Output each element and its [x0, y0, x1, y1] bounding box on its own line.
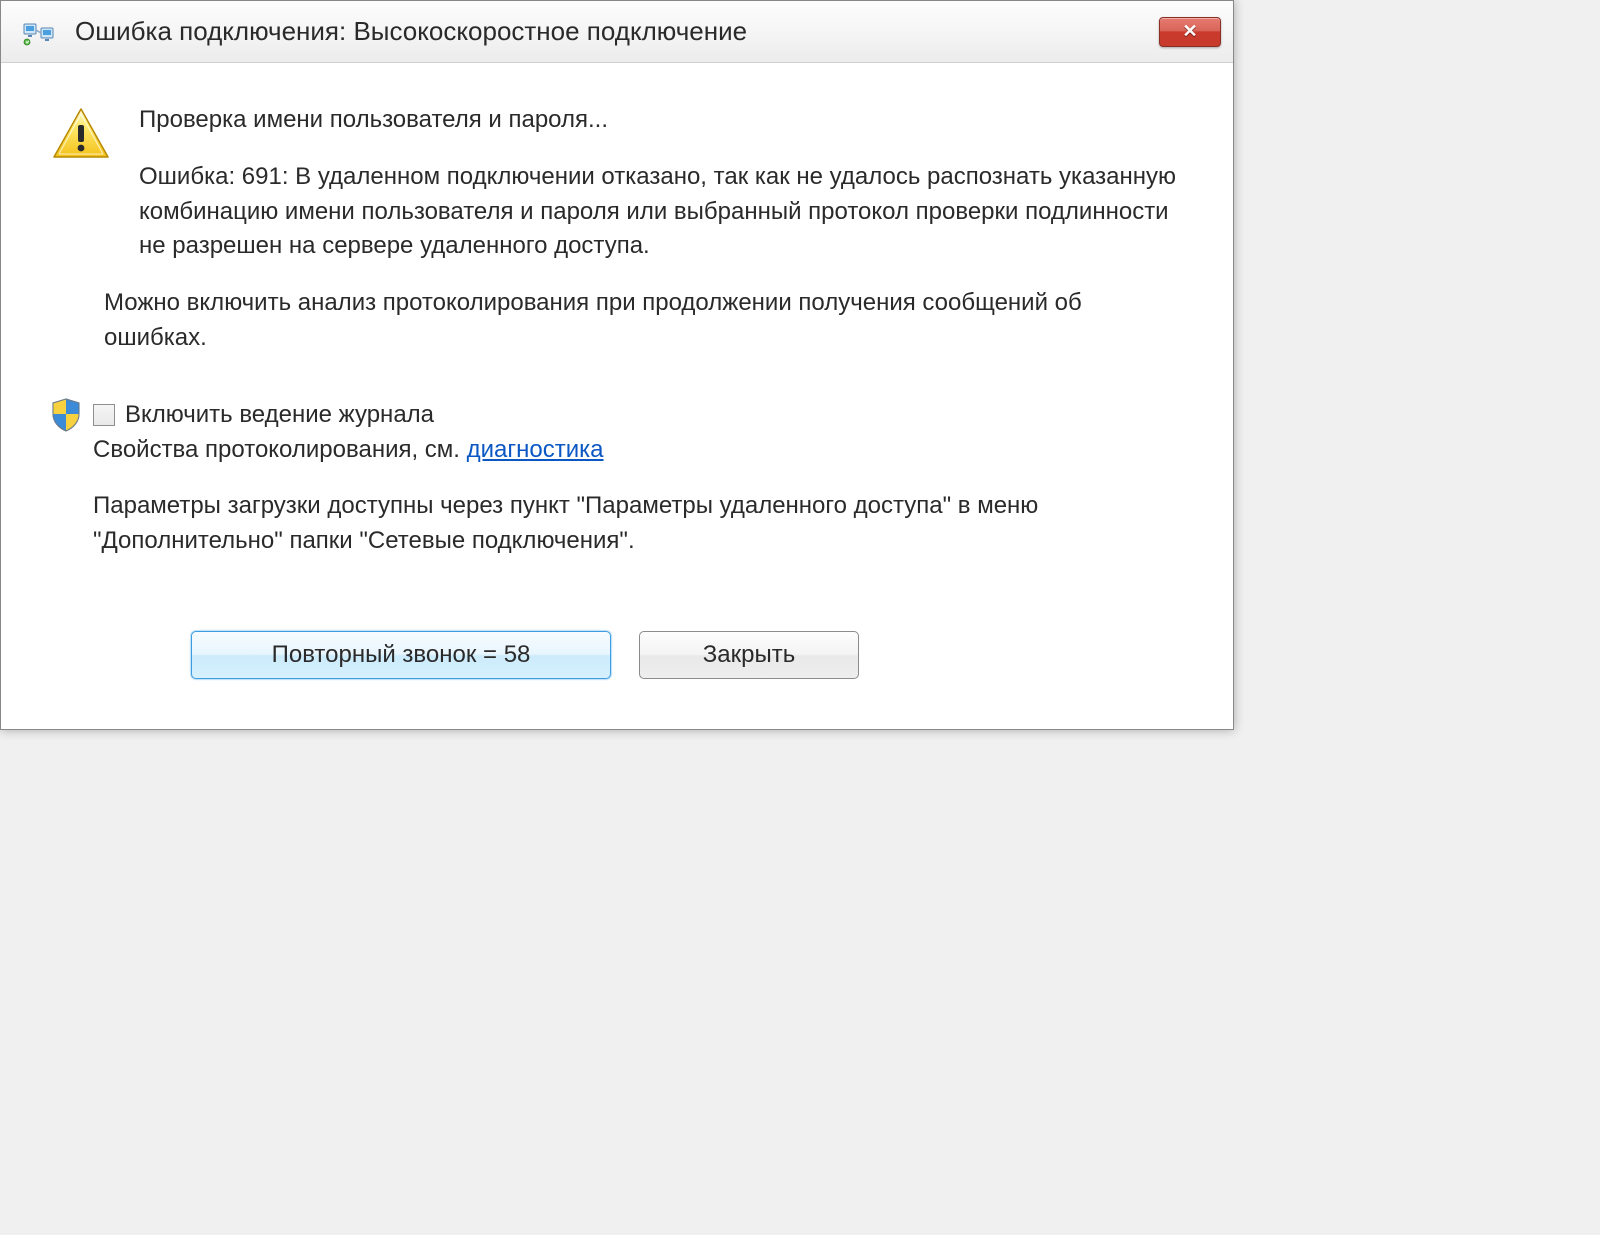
dialog-title: Ошибка подключения: Высокоскоростное под… — [75, 16, 1159, 47]
error-691-text: Ошибка: 691: В удаленном подключении отк… — [139, 160, 1183, 264]
upload-params-text: Параметры загрузки доступны через пункт … — [93, 489, 1183, 559]
network-connection-icon — [23, 16, 55, 48]
enable-logging-checkbox[interactable] — [93, 404, 115, 426]
diagnostics-link[interactable]: диагностика — [467, 436, 604, 463]
dialog-body: Проверка имени пользователя и пароля... … — [1, 63, 1233, 729]
checking-credentials-text: Проверка имени пользователя и пароля... — [139, 103, 1183, 138]
error-dialog: Ошибка подключения: Высокоскоростное под… — [0, 0, 1234, 730]
logging-properties-text: Свойства протоколирования, см. — [93, 436, 467, 463]
close-icon: ✕ — [1182, 21, 1197, 42]
enable-logging-label: Включить ведение журнала — [125, 398, 434, 433]
redial-button[interactable]: Повторный звонок = 58 — [191, 631, 611, 679]
close-window-button[interactable]: ✕ — [1159, 17, 1221, 47]
logging-hint-text: Можно включить анализ протоколирования п… — [104, 286, 1183, 356]
warning-icon — [51, 107, 111, 162]
close-button[interactable]: Закрыть — [639, 631, 859, 679]
shield-uac-icon — [51, 398, 81, 432]
titlebar: Ошибка подключения: Высокоскоростное под… — [1, 1, 1233, 63]
